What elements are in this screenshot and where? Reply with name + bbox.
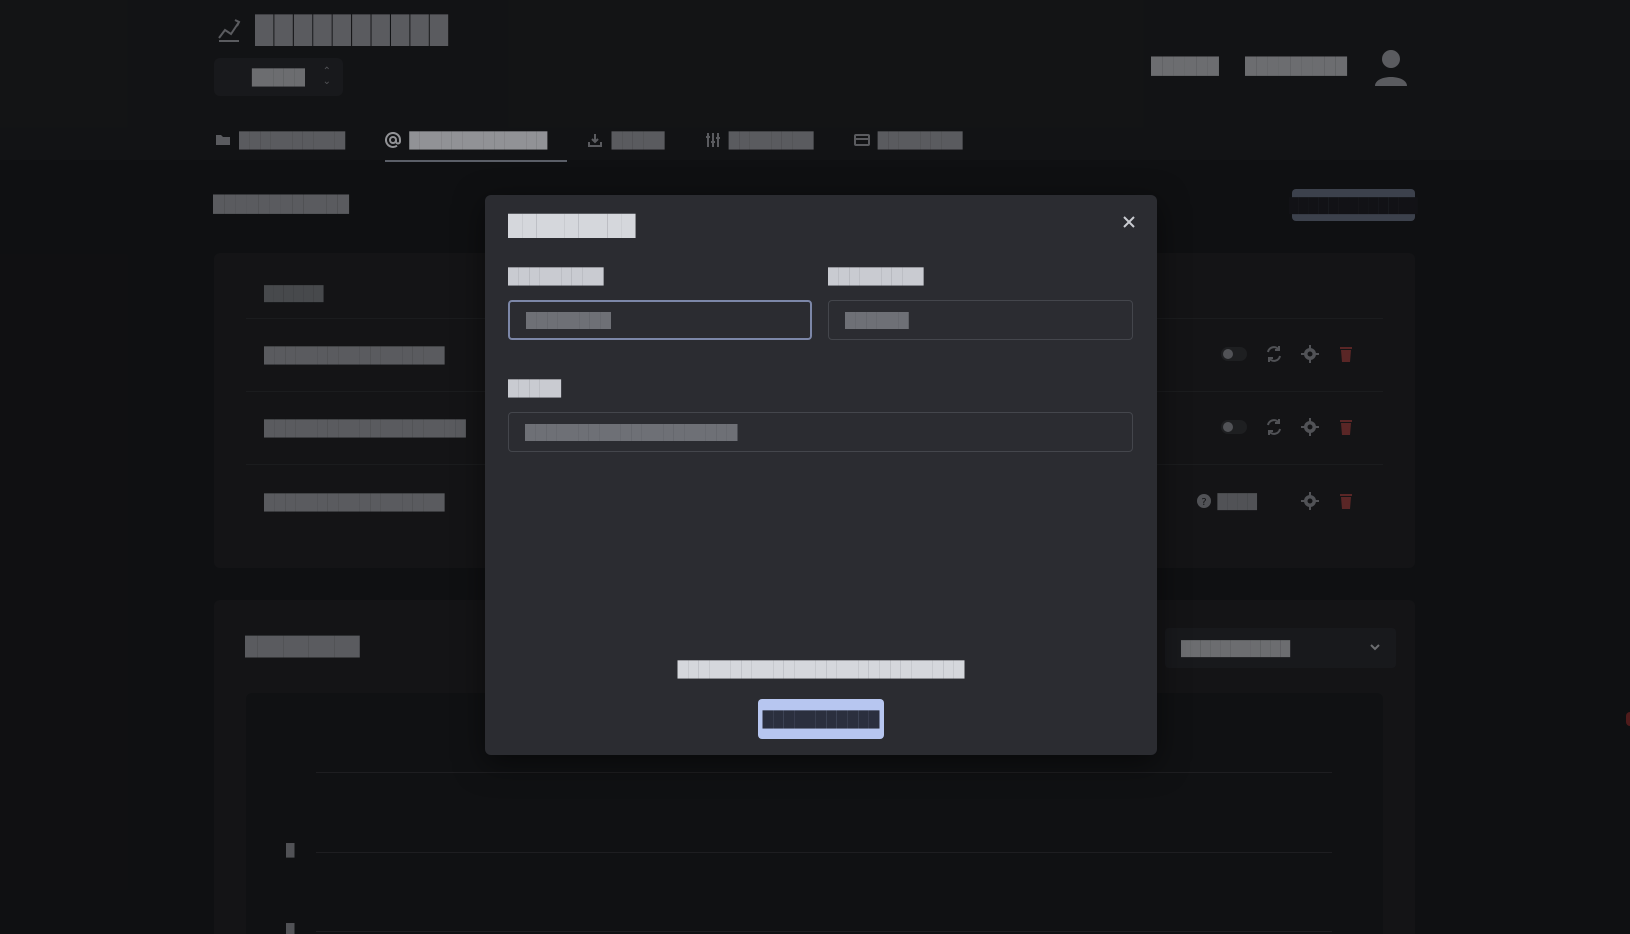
modal-footer-text: ███████████████████████████ [677,661,965,678]
modal-dialog: █████████ █████████ ████████ █ █████ ███ █… [485,195,1157,755]
field2-label: █████████ [828,268,924,285]
field3-label: █████ [508,380,562,397]
close-icon[interactable] [1119,212,1139,232]
confirm-button[interactable]: ███████████ [758,699,884,739]
field3-input[interactable] [508,412,1133,452]
modal-title: █████████ [508,215,636,237]
field2-input[interactable] [828,300,1133,340]
field1-input[interactable] [508,300,812,340]
field1-label: █████████ [508,268,604,285]
